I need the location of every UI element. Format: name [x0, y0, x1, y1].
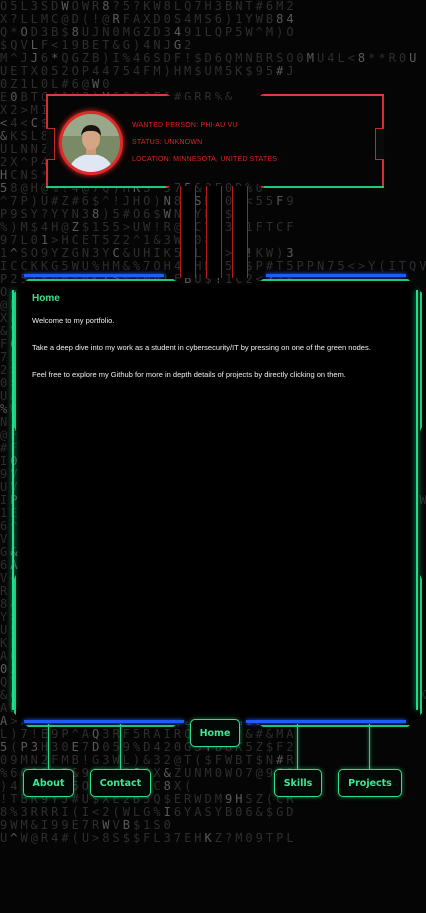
avatar	[59, 111, 123, 175]
profile-card: WANTED PERSON: PHI-AU VU STATUS: UNKNOWN…	[46, 94, 384, 188]
about-node-button[interactable]: About	[23, 769, 74, 797]
status-label: STATUS: UNKNOWN	[132, 139, 203, 146]
projects-node-button[interactable]: Projects	[338, 769, 402, 797]
nav-connector-line	[120, 724, 121, 770]
frame-accent	[266, 274, 406, 277]
intro-paragraph: Take a deep dive into my work as a stude…	[32, 343, 371, 352]
card-edge	[264, 186, 384, 188]
nav-connector-line	[369, 724, 370, 770]
frame-accent	[12, 290, 14, 710]
card-edge	[46, 186, 166, 188]
frame-accent	[416, 290, 418, 710]
nav-connector-line	[297, 724, 298, 770]
location-label: LOCATION: MINNESOTA, UNITED STATES	[132, 156, 278, 163]
card-edge	[46, 94, 166, 96]
wanted-label: WANTED PERSON: PHI-AU VU	[132, 122, 238, 129]
card-side-tab-left	[45, 128, 55, 160]
frame-accent	[24, 720, 184, 723]
connector-pipe-right	[232, 186, 248, 278]
card-side-tab-right	[375, 128, 385, 160]
intro-paragraph: Feel free to explore my Github for more …	[32, 370, 346, 379]
frame-accent	[246, 720, 406, 723]
page-title: Home	[32, 293, 60, 304]
connector-pipe-center	[206, 186, 222, 278]
home-node-button[interactable]: Home	[190, 719, 240, 747]
intro-paragraph: Welcome to my portfolio.	[32, 316, 115, 325]
card-edge	[264, 94, 384, 96]
nav-connector-line	[48, 724, 49, 770]
frame-accent	[24, 274, 164, 277]
connector-pipe-left	[180, 186, 196, 278]
skills-node-button[interactable]: Skills	[274, 769, 322, 797]
contact-node-button[interactable]: Contact	[90, 769, 151, 797]
